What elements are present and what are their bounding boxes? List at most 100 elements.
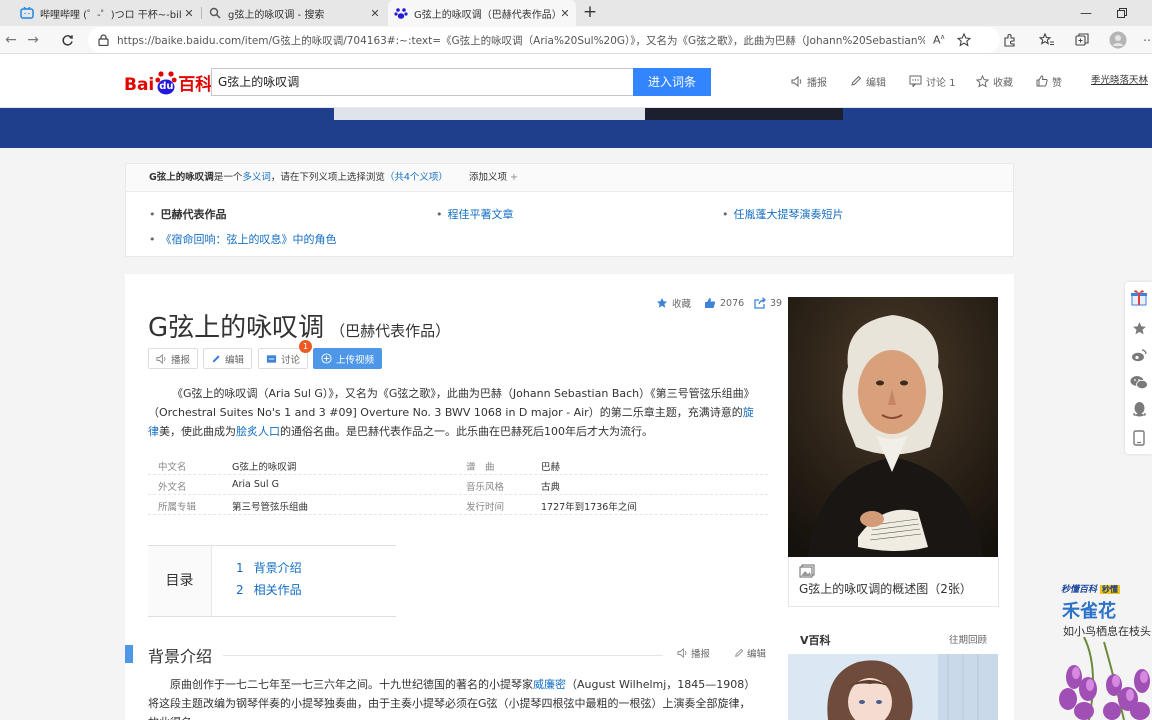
speaker-icon bbox=[677, 648, 688, 658]
read-aloud-icon[interactable]: Aʌ bbox=[933, 33, 945, 47]
add-meaning-button[interactable]: 添加义项 + bbox=[469, 172, 518, 183]
toc-item[interactable]: 2 相关作品 bbox=[236, 581, 302, 598]
baidu-baike-logo[interactable]: Bai du 百科 bbox=[124, 65, 212, 95]
profile-avatar-icon[interactable] bbox=[1109, 31, 1127, 49]
album-caption[interactable]: G弦上的咏叹调的概述图（2张） bbox=[788, 557, 999, 607]
header-collect-button[interactable]: 收藏 bbox=[976, 71, 1013, 91]
browser-tab-strip: 哔哩哔哩 (゜-゜)つロ 干杯~-bilibili ✕ g弦上的咏叹调 - 搜索… bbox=[0, 0, 1152, 26]
share-button[interactable]: 39 bbox=[754, 296, 782, 310]
back-icon[interactable]: ← bbox=[0, 30, 22, 50]
collections-icon[interactable] bbox=[1073, 31, 1091, 49]
ad-title: 禾雀花 bbox=[1062, 601, 1116, 622]
floating-ad[interactable]: 秒懂百科 秒懂 禾雀花 如小鸟栖息在枝头 bbox=[1054, 579, 1152, 720]
like-count: 2076 bbox=[720, 297, 745, 309]
info-key: 谱 曲 bbox=[466, 462, 495, 473]
info-row: 中文名 G弦上的咏叹调 谱 曲 巴赫 bbox=[148, 455, 768, 475]
meaning-item[interactable]: • 程佳平著文章 bbox=[436, 206, 514, 222]
discuss-label: 讨论 bbox=[281, 354, 301, 366]
star-filled-icon bbox=[656, 297, 668, 309]
wechat-icon[interactable] bbox=[1130, 373, 1148, 391]
v-baike-thumbnail[interactable] bbox=[788, 654, 998, 720]
meaning-item[interactable]: • 任胤蓬大提琴演奏短片 bbox=[722, 206, 844, 222]
banner-ad-right[interactable] bbox=[645, 108, 843, 120]
polysemy-term: G弦上的咏叹调 bbox=[149, 172, 214, 183]
weibo-icon[interactable] bbox=[1130, 346, 1148, 364]
forward-icon[interactable]: → bbox=[22, 30, 44, 50]
enter-entry-button[interactable]: 进入词条 bbox=[633, 68, 711, 96]
section-title: 背景介绍 bbox=[148, 647, 213, 666]
close-tab-icon[interactable]: ✕ bbox=[182, 7, 196, 20]
meaning-label: 程佳平著文章 bbox=[447, 208, 514, 221]
tab-title: 哔哩哔哩 (゜-゜)つロ 干杯~-bilibili bbox=[40, 9, 182, 21]
star-icon[interactable] bbox=[1130, 319, 1148, 337]
summary-portrait-image[interactable] bbox=[788, 297, 998, 557]
url-field[interactable]: https://baike.baidu.com/item/G弦上的咏叹调/704… bbox=[88, 27, 1000, 53]
ad-brand-name: 秒懂百科 bbox=[1061, 585, 1098, 595]
close-tab-icon[interactable]: ✕ bbox=[368, 7, 382, 20]
ad-flower-image bbox=[1059, 637, 1150, 720]
link-wilhelmj[interactable]: 威廉密 bbox=[533, 678, 566, 691]
mobile-icon[interactable] bbox=[1130, 429, 1148, 447]
logo-suffix: 百科 bbox=[178, 75, 213, 95]
toc-label-text: 相关作品 bbox=[253, 583, 302, 597]
plus-icon: + bbox=[509, 172, 518, 183]
multi-meaning-link[interactable]: 多义词 bbox=[242, 172, 271, 183]
header-broadcast-button[interactable]: 播报 bbox=[791, 71, 827, 91]
banner-ad-left[interactable] bbox=[334, 108, 645, 120]
upload-video-button[interactable]: 上传视频 bbox=[313, 348, 383, 369]
link-popular[interactable]: 脍炙人口 bbox=[236, 425, 280, 438]
v-baike-title: V百科 bbox=[800, 634, 831, 647]
refresh-icon[interactable] bbox=[56, 30, 78, 50]
header-discuss-button[interactable]: 讨论 1 bbox=[909, 71, 956, 91]
summary-text: 美，使此曲成为 bbox=[159, 425, 236, 438]
user-link[interactable]: 季光晓落天林 bbox=[1091, 71, 1148, 91]
info-key: 所属专辑 bbox=[158, 502, 197, 513]
broadcast-button[interactable]: 播报 bbox=[148, 348, 199, 369]
toc-item[interactable]: 1 背景介绍 bbox=[236, 559, 302, 576]
like-button[interactable]: 2076 bbox=[704, 296, 744, 310]
meaning-item[interactable]: • 《宿命回响：弦上的叹息》中的角色 bbox=[149, 231, 337, 247]
v-baike-module: V百科 往期回顾 bbox=[788, 624, 998, 654]
section-edit-button[interactable]: 编辑 bbox=[734, 646, 766, 660]
tab-baike[interactable]: G弦上的咏叹调（巴赫代表作品）_百度百科 ✕ bbox=[388, 0, 576, 26]
polysemy-text: ，请在下列义项上选择浏览 bbox=[270, 172, 385, 183]
address-bar-row: ← → https://baike.baidu.com/item/G弦上的咏叹调… bbox=[0, 26, 1152, 54]
extensions-icon[interactable] bbox=[1001, 31, 1019, 49]
tab-title: G弦上的咏叹调（巴赫代表作品）_百度百科 bbox=[414, 9, 558, 21]
baike-header: Bai du 百科 G弦上的咏叹调 进入词条 播报 编辑 讨论 1 收藏 赞 季… bbox=[0, 54, 1152, 108]
toc-num: 1 bbox=[236, 561, 244, 575]
tab-bilibili[interactable]: 哔哩哔哩 (゜-゜)つロ 干杯~-bilibili ✕ bbox=[14, 0, 200, 26]
polysemy-box: G弦上的咏叹调是一个多义词，请在下列义项上选择浏览（共4个义项） 添加义项 + … bbox=[125, 163, 1014, 257]
header-like-button[interactable]: 赞 bbox=[1036, 71, 1062, 91]
tab-search[interactable]: g弦上的咏叹调 - 搜索 ✕ bbox=[202, 0, 386, 26]
collect-button[interactable]: 收藏 bbox=[656, 296, 691, 310]
side-toolbar bbox=[1125, 282, 1152, 454]
section-broadcast-button[interactable]: 播报 bbox=[677, 646, 710, 660]
info-row: 所属专辑 第三号管弦乐组曲 发行时间 1727年到1736年之间 bbox=[148, 495, 768, 515]
edit-label: 编辑 bbox=[225, 354, 245, 366]
more-menu-icon[interactable]: ⋯ bbox=[1140, 31, 1152, 49]
new-tab-button[interactable]: + bbox=[580, 3, 600, 23]
gift-icon[interactable] bbox=[1130, 288, 1148, 306]
minimize-icon[interactable]: — bbox=[1068, 0, 1104, 26]
lemma-subtitle: （巴赫代表作品） bbox=[330, 322, 451, 340]
logo-du: du bbox=[159, 81, 174, 92]
qq-icon[interactable] bbox=[1130, 400, 1148, 418]
baidu-paw-icon bbox=[394, 6, 408, 20]
info-key: 外文名 bbox=[158, 482, 187, 493]
summary-text: 《G弦上的咏叹调（Aria Sul G）》，又名为《G弦之歌》，此曲为巴赫（Jo… bbox=[148, 387, 755, 419]
add-meaning-label: 添加义项 bbox=[468, 172, 507, 183]
v-baike-more-link[interactable]: 往期回顾 bbox=[949, 632, 987, 646]
ad-brand: 秒懂百科 秒懂 bbox=[1061, 582, 1121, 595]
favorites-icon[interactable] bbox=[1038, 31, 1056, 49]
pencil-icon bbox=[734, 648, 744, 658]
polysemy-count[interactable]: （共4个义项） bbox=[385, 172, 448, 183]
meaning-label: 巴赫代表作品 bbox=[160, 208, 227, 221]
favorite-star-icon[interactable] bbox=[956, 33, 971, 47]
close-tab-icon[interactable]: ✕ bbox=[558, 7, 572, 20]
thumbs-up-icon bbox=[704, 297, 716, 309]
edit-button[interactable]: 编辑 bbox=[203, 348, 253, 369]
header-edit-button[interactable]: 编辑 bbox=[850, 71, 886, 91]
restore-icon[interactable] bbox=[1104, 0, 1140, 26]
baike-search-input[interactable]: G弦上的咏叹调 bbox=[211, 68, 634, 96]
